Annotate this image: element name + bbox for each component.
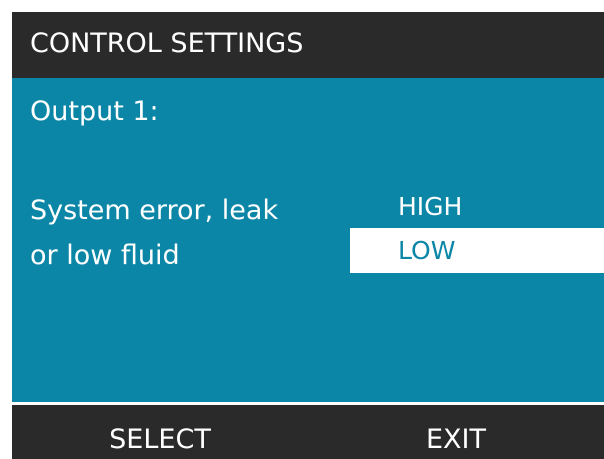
screen-title: CONTROL SETTINGS <box>30 28 304 59</box>
setting-name-line-2: or low fluid <box>30 240 180 271</box>
header-bar: CONTROL SETTINGS <box>12 12 604 78</box>
option-high-label: HIGH <box>398 192 463 221</box>
exit-softkey[interactable]: EXIT <box>308 405 604 459</box>
display-screen: CONTROL SETTINGS Output 1: System error,… <box>12 12 604 459</box>
softkey-bar: SELECT EXIT <box>12 405 604 459</box>
settings-panel: Output 1: System error, leak or low flui… <box>12 78 604 402</box>
setting-name: System error, leak or low fluid <box>30 188 278 278</box>
select-softkey[interactable]: SELECT <box>12 405 308 459</box>
option-high[interactable]: HIGH <box>350 184 604 229</box>
option-low-label: LOW <box>398 236 456 265</box>
output-label: Output 1: <box>30 96 159 127</box>
setting-name-line-1: System error, leak <box>30 195 279 226</box>
option-low-selected[interactable]: LOW <box>350 228 604 273</box>
